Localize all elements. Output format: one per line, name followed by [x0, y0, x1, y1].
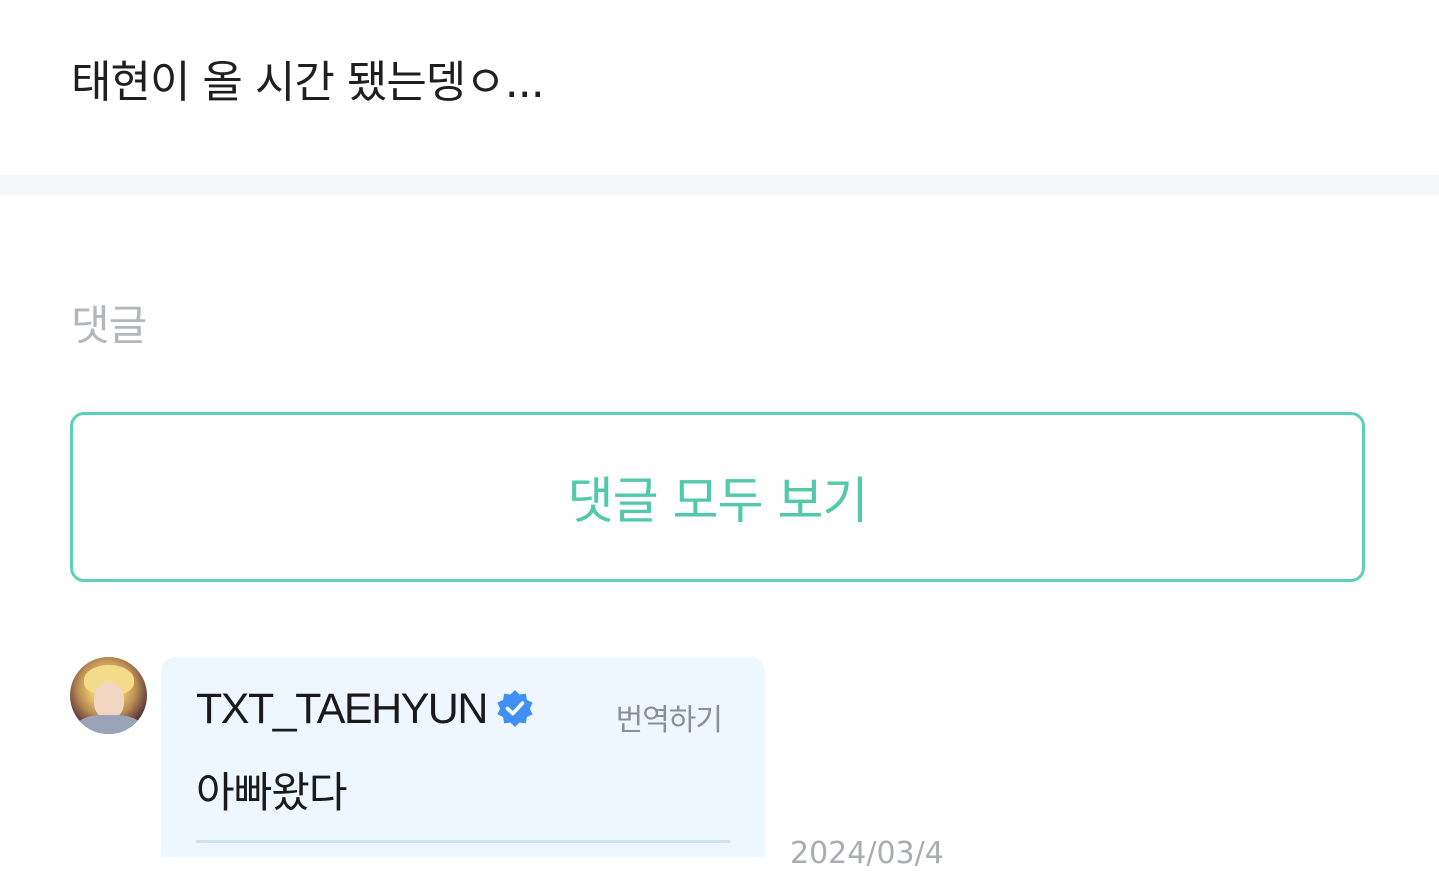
translate-button[interactable]: 번역하기	[616, 695, 723, 739]
avatar-face	[94, 683, 124, 719]
verified-badge-icon	[497, 690, 533, 727]
comment-author[interactable]: TXT_TAEHYUN	[196, 685, 488, 734]
avatar-shoulder	[76, 715, 142, 734]
comments-heading: 댓글	[71, 301, 147, 350]
post-text: 태현이 올 시간 됐는뎅ㅇ...	[71, 57, 545, 108]
bubble-divider	[196, 840, 730, 843]
comment-bubble: TXT_TAEHYUN 번역하기 아빠왔다	[161, 657, 765, 857]
avatar[interactable]	[70, 657, 147, 734]
comment-body: 아빠왔다	[196, 768, 348, 817]
comment-timestamp: 2024/03/4	[790, 836, 944, 871]
section-divider	[0, 175, 1439, 195]
view-all-comments-button[interactable]: 댓글 모두 보기	[70, 412, 1365, 582]
